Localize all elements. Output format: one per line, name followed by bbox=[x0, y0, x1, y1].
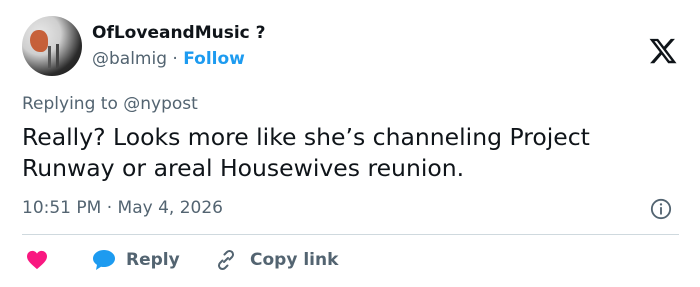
link-icon bbox=[217, 249, 235, 271]
replying-to-handle[interactable]: @nypost bbox=[123, 94, 198, 114]
tweet-timestamp[interactable]: 10:51 PM · May 4, 2026 bbox=[22, 198, 223, 218]
author-handle[interactable]: @balmig bbox=[92, 49, 167, 69]
tweet-header: OfLoveandMusic ? @balmig · Follow bbox=[22, 16, 678, 78]
follow-button[interactable]: Follow bbox=[183, 49, 245, 69]
reply-label: Reply bbox=[126, 250, 180, 270]
replying-to-line: Replying to @nypost bbox=[22, 94, 198, 114]
reply-button[interactable]: Reply bbox=[92, 246, 180, 274]
x-logo-icon[interactable] bbox=[648, 36, 678, 66]
avatar[interactable] bbox=[22, 16, 82, 76]
reply-bubble-icon bbox=[93, 250, 115, 270]
info-icon[interactable] bbox=[650, 198, 672, 220]
avatar-flame bbox=[30, 30, 48, 52]
timestamp-separator: · bbox=[106, 198, 113, 218]
author-handle-line: @balmig · Follow bbox=[92, 49, 245, 69]
tweet-date: May 4, 2026 bbox=[117, 198, 223, 218]
heart-icon[interactable] bbox=[26, 250, 48, 270]
tweet-time: 10:51 PM bbox=[22, 198, 102, 218]
copy-link-button[interactable]: Copy link bbox=[214, 246, 338, 274]
avatar-detail bbox=[48, 46, 51, 68]
action-bar: Reply Copy link bbox=[22, 246, 678, 274]
handle-separator: · bbox=[172, 49, 178, 69]
avatar-detail bbox=[56, 44, 59, 68]
replying-to-prefix: Replying to bbox=[22, 94, 124, 114]
author-display-name[interactable]: OfLoveandMusic ? bbox=[92, 23, 266, 43]
divider bbox=[22, 234, 679, 235]
tweet-text: Really? Looks more like she’s channeling… bbox=[22, 123, 590, 182]
copy-link-label: Copy link bbox=[250, 250, 339, 270]
